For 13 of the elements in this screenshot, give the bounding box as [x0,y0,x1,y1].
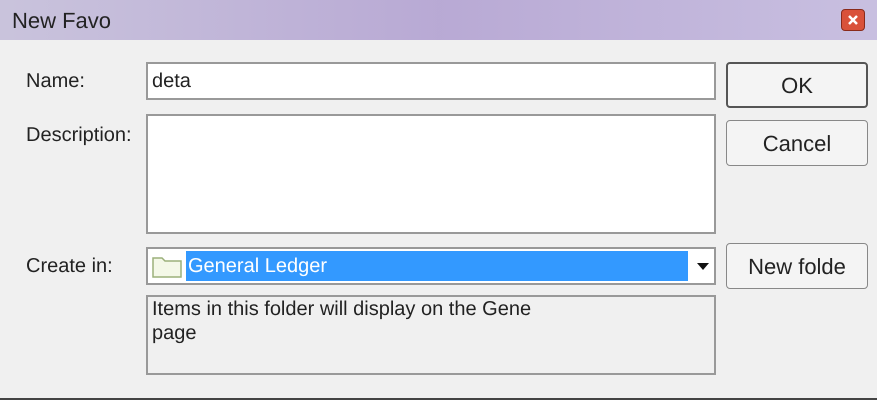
note-text: Items in this folder will display on the Gene [152,297,532,321]
field-label: Name: [26,69,86,94]
window-title: New Favo [12,6,112,34]
name-field[interactable]: deta [146,62,716,100]
dialog-button[interactable]: OK [726,62,868,108]
dialog-button[interactable]: New folde [726,243,868,289]
field-label: Create in: [26,254,114,279]
selected-folder: General Ledger [186,251,688,281]
description-field[interactable] [146,114,716,234]
field-label: Description: [26,123,133,148]
dialog-button[interactable]: Cancel [726,120,868,166]
close-icon[interactable] [841,9,865,31]
note-text: page [152,321,198,345]
